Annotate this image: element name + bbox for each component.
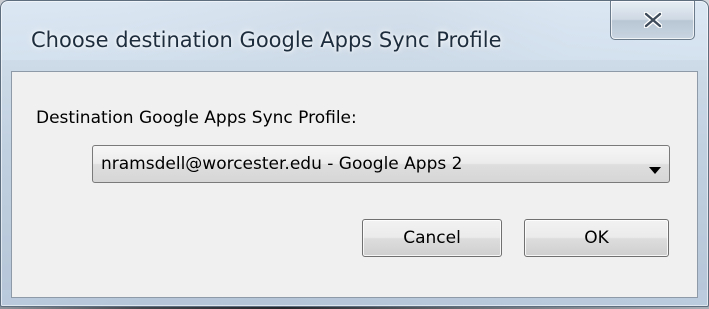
dialog-content: Destination Google Apps Sync Profile: nr…	[11, 71, 698, 298]
close-button[interactable]	[610, 1, 695, 40]
dialog-title: Choose destination Google Apps Sync Prof…	[31, 28, 502, 52]
profile-dropdown[interactable]: nramsdell@worcester.edu - Google Apps 2	[92, 145, 670, 183]
profile-label: Destination Google Apps Sync Profile:	[36, 108, 357, 128]
ok-button[interactable]: OK	[524, 219, 669, 257]
profile-dropdown-value: nramsdell@worcester.edu - Google Apps 2	[101, 154, 463, 174]
close-icon	[643, 12, 662, 28]
dialog-window: Choose destination Google Apps Sync Prof…	[0, 0, 709, 307]
chevron-down-icon	[649, 160, 661, 179]
title-bar: Choose destination Google Apps Sync Prof…	[1, 1, 708, 52]
cancel-button[interactable]: Cancel	[362, 219, 502, 257]
